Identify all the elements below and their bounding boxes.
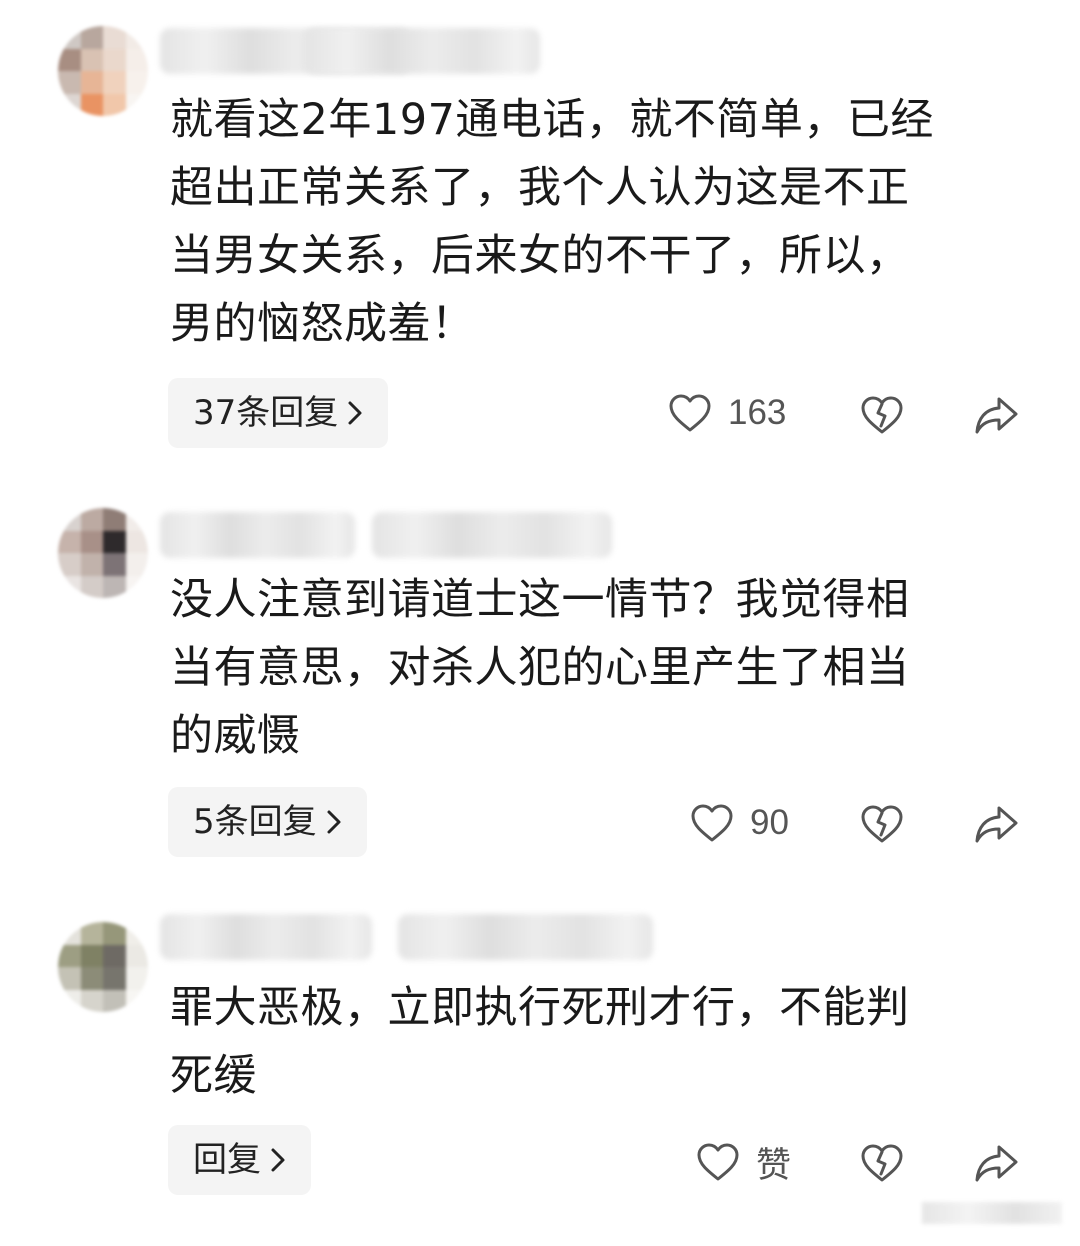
avatar-pixel (58, 922, 81, 945)
avatar-pixel (125, 48, 148, 71)
avatar-pixel (80, 530, 103, 553)
avatar-pixel (125, 553, 148, 576)
comment-text-line: 超出正常关系了，我个人认为这是不正 (170, 163, 910, 213)
avatar-pixel (80, 989, 103, 1012)
avatar-pixel (103, 48, 126, 71)
avatar-pixel (58, 93, 81, 116)
avatar-pixel (58, 508, 81, 531)
avatar-pixel (80, 575, 103, 598)
avatar[interactable] (58, 922, 148, 1012)
avatar-pixel (80, 922, 103, 945)
replies-label: 回复 (193, 1140, 261, 1180)
avatar-pixel (125, 530, 148, 553)
avatar-pixel (125, 93, 148, 116)
avatar-pixel (103, 944, 126, 967)
comment-text-line: 罪大恶极，立即执行死刑才行，不能判 (170, 983, 910, 1033)
avatar-pixel (80, 944, 103, 967)
watermark-blurred (922, 1202, 1062, 1224)
replies-count-label: 5条回复 (193, 802, 317, 842)
comment-text-line: 就看这2年197通电话，就不简单，已经 (170, 95, 934, 145)
avatar-pixel (80, 553, 103, 576)
avatar-pixel (125, 575, 148, 598)
like-count: 90 (750, 803, 789, 842)
avatar-pixel (125, 944, 148, 967)
avatar-pixel (58, 553, 81, 576)
avatar-pixel (103, 575, 126, 598)
avatar-pixel (58, 48, 81, 71)
heart-outline-icon (690, 803, 734, 843)
avatar-pixel (103, 967, 126, 990)
avatar-pixel (80, 48, 103, 71)
avatar-pixel (125, 508, 148, 531)
avatar-pixel (125, 967, 148, 990)
avatar-pixel (80, 967, 103, 990)
avatar-pixel (58, 26, 81, 49)
comment-text: 罪大恶极，立即执行死刑才行，不能判 死缓 (170, 974, 1020, 1110)
broken-heart-icon (860, 804, 904, 844)
avatar-pixel (80, 71, 103, 94)
avatar-pixel (125, 71, 148, 94)
avatar-pixel (103, 530, 126, 553)
avatar-pixel (58, 530, 81, 553)
view-replies-button[interactable]: 37条回复 (168, 378, 389, 448)
avatar-pixel (103, 71, 126, 94)
share-arrow-icon (973, 804, 1019, 844)
avatar-pixel (58, 575, 81, 598)
user-meta-blurred (305, 28, 540, 74)
avatar-pixel (58, 967, 81, 990)
broken-heart-icon (860, 395, 904, 435)
comment-text-line: 当男女关系，后来女的不干了，所以， (170, 231, 910, 281)
avatar-pixel (103, 553, 126, 576)
like-button[interactable]: 163 (668, 388, 786, 438)
avatar-pixel (58, 989, 81, 1012)
user-meta-blurred (398, 914, 653, 960)
avatar[interactable] (58, 26, 148, 116)
dislike-button[interactable] (860, 799, 904, 849)
avatar-pixel (80, 26, 103, 49)
avatar-pixel (58, 944, 81, 967)
avatar-pixel (125, 26, 148, 49)
avatar-pixel (103, 508, 126, 531)
avatar-pixel (58, 71, 81, 94)
username-blurred[interactable] (160, 914, 372, 960)
share-button[interactable] (973, 799, 1019, 849)
like-button[interactable]: 90 (690, 798, 789, 848)
like-label: 赞 (756, 1145, 792, 1185)
share-button[interactable] (973, 390, 1019, 440)
dislike-button[interactable] (860, 390, 904, 440)
avatar-pixel (80, 93, 103, 116)
avatar-pixel (125, 989, 148, 1012)
dislike-button[interactable] (860, 1138, 904, 1188)
chevron-right-icon (325, 789, 343, 834)
like-count: 163 (728, 393, 787, 432)
share-arrow-icon (973, 395, 1019, 435)
like-button[interactable]: 赞 (696, 1137, 791, 1187)
comment-text-line: 当有意思，对杀人犯的心里产生了相当 (170, 643, 910, 693)
username-blurred[interactable] (160, 512, 355, 558)
avatar-pixel (80, 508, 103, 531)
comment-text: 就看这2年197通电话，就不简单，已经 超出正常关系了，我个人认为这是不正 当男… (170, 86, 1020, 358)
view-replies-button[interactable]: 回复 (168, 1125, 311, 1195)
avatar-pixel (103, 26, 126, 49)
comment-text: 没人注意到请道士这一情节？我觉得相 当有意思，对杀人犯的心里产生了相当 的威慑 (170, 566, 1020, 770)
replies-count-label: 37条回复 (193, 393, 339, 433)
avatar[interactable] (58, 508, 148, 598)
comment-text-line: 男的恼怒成羞！ (170, 299, 475, 349)
share-arrow-icon (973, 1143, 1019, 1183)
avatar-pixel (103, 989, 126, 1012)
comment-text-line: 的威慑 (170, 711, 301, 761)
heart-outline-icon (668, 393, 712, 433)
avatar-pixel (103, 93, 126, 116)
chevron-right-icon (346, 380, 364, 425)
avatar-pixel (125, 922, 148, 945)
share-button[interactable] (973, 1138, 1019, 1188)
comment-text-line: 死缓 (170, 1051, 257, 1101)
view-replies-button[interactable]: 5条回复 (168, 787, 367, 857)
comment-text-line: 没人注意到请道士这一情节？我觉得相 (170, 575, 910, 625)
avatar-pixel (103, 922, 126, 945)
chevron-right-icon (269, 1127, 287, 1172)
broken-heart-icon (860, 1143, 904, 1183)
heart-outline-icon (696, 1142, 740, 1182)
user-meta-blurred (372, 512, 612, 558)
